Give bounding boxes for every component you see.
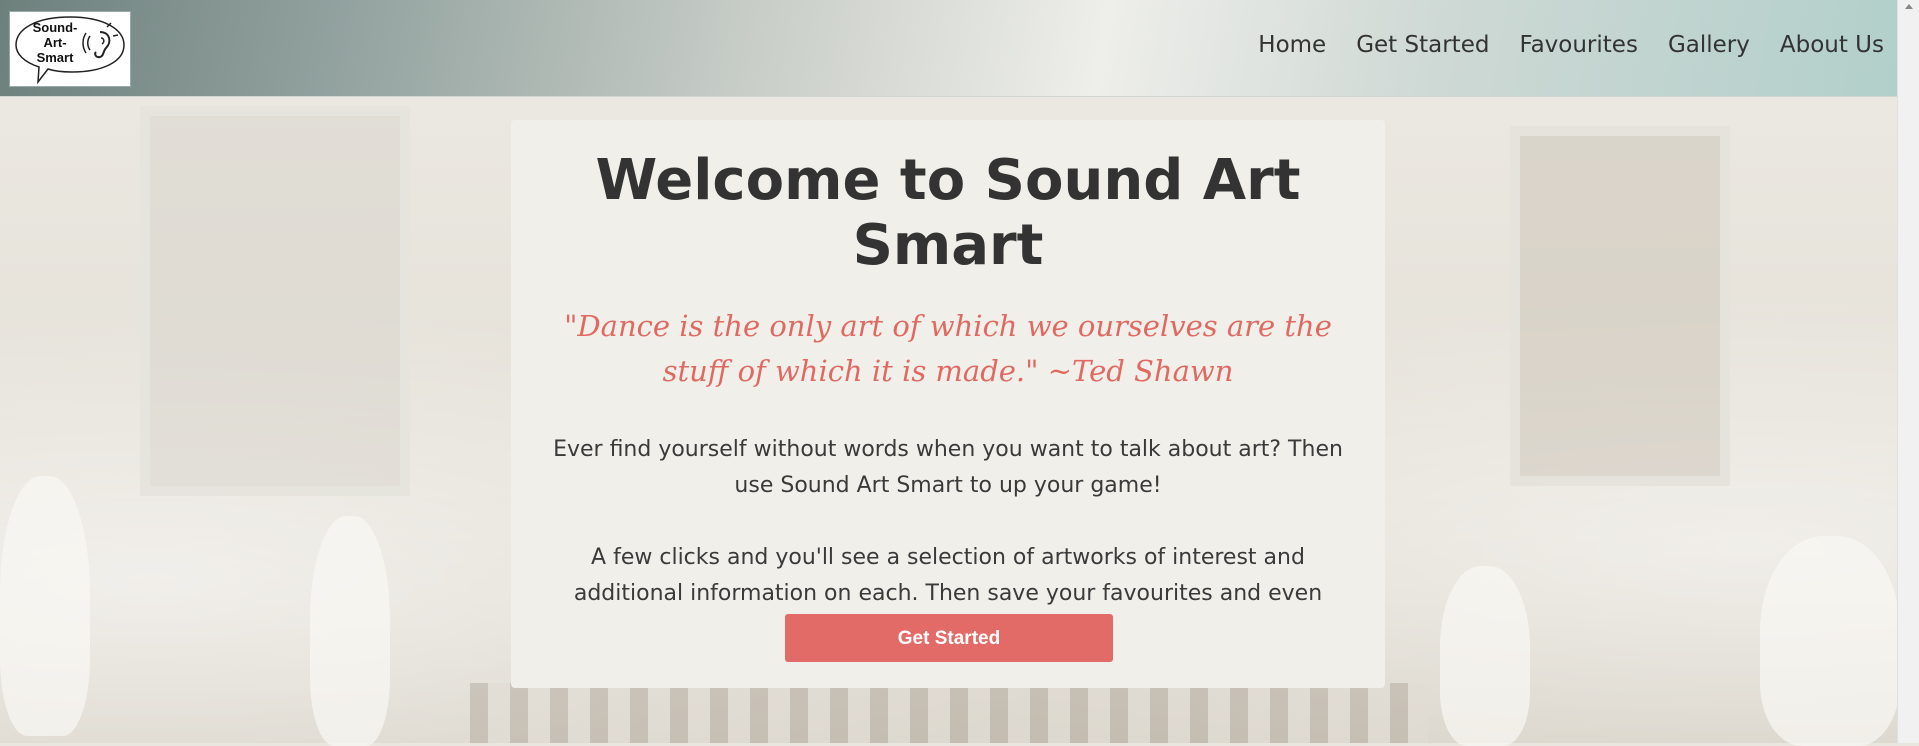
nav-get-started[interactable]: Get Started (1356, 32, 1489, 58)
site-header: Sound- Art- Smart Home Get Started Favou… (0, 0, 1898, 97)
background-relief-right (1510, 126, 1730, 486)
vertical-scrollbar[interactable] (1897, 0, 1919, 743)
nav-favourites[interactable]: Favourites (1519, 32, 1637, 58)
get-started-button[interactable]: Get Started (785, 614, 1113, 662)
background-statue (1760, 536, 1900, 746)
background-frieze (470, 683, 1428, 743)
scroll-up-arrow-icon[interactable] (1905, 4, 1913, 9)
nav-about-us[interactable]: About Us (1780, 32, 1884, 58)
logo-text: Sound- Art- Smart (32, 20, 78, 65)
background-statue (310, 516, 390, 746)
background-statue (1440, 566, 1530, 746)
nav-home[interactable]: Home (1258, 32, 1326, 58)
nav-gallery[interactable]: Gallery (1668, 32, 1750, 58)
main-nav: Home Get Started Favourites Gallery Abou… (1258, 32, 1884, 58)
background-statue (0, 476, 90, 736)
page-title: Welcome to Sound Art Smart (595, 148, 1301, 278)
hero-quote: "Dance is the only art of which we ourse… (564, 309, 1332, 388)
background-relief-left (140, 106, 410, 496)
site-logo[interactable]: Sound- Art- Smart (9, 11, 131, 87)
intro-paragraph: Ever find yourself without words when yo… (553, 437, 1343, 498)
welcome-card: Welcome to Sound Art Smart "Dance is the… (511, 120, 1385, 688)
